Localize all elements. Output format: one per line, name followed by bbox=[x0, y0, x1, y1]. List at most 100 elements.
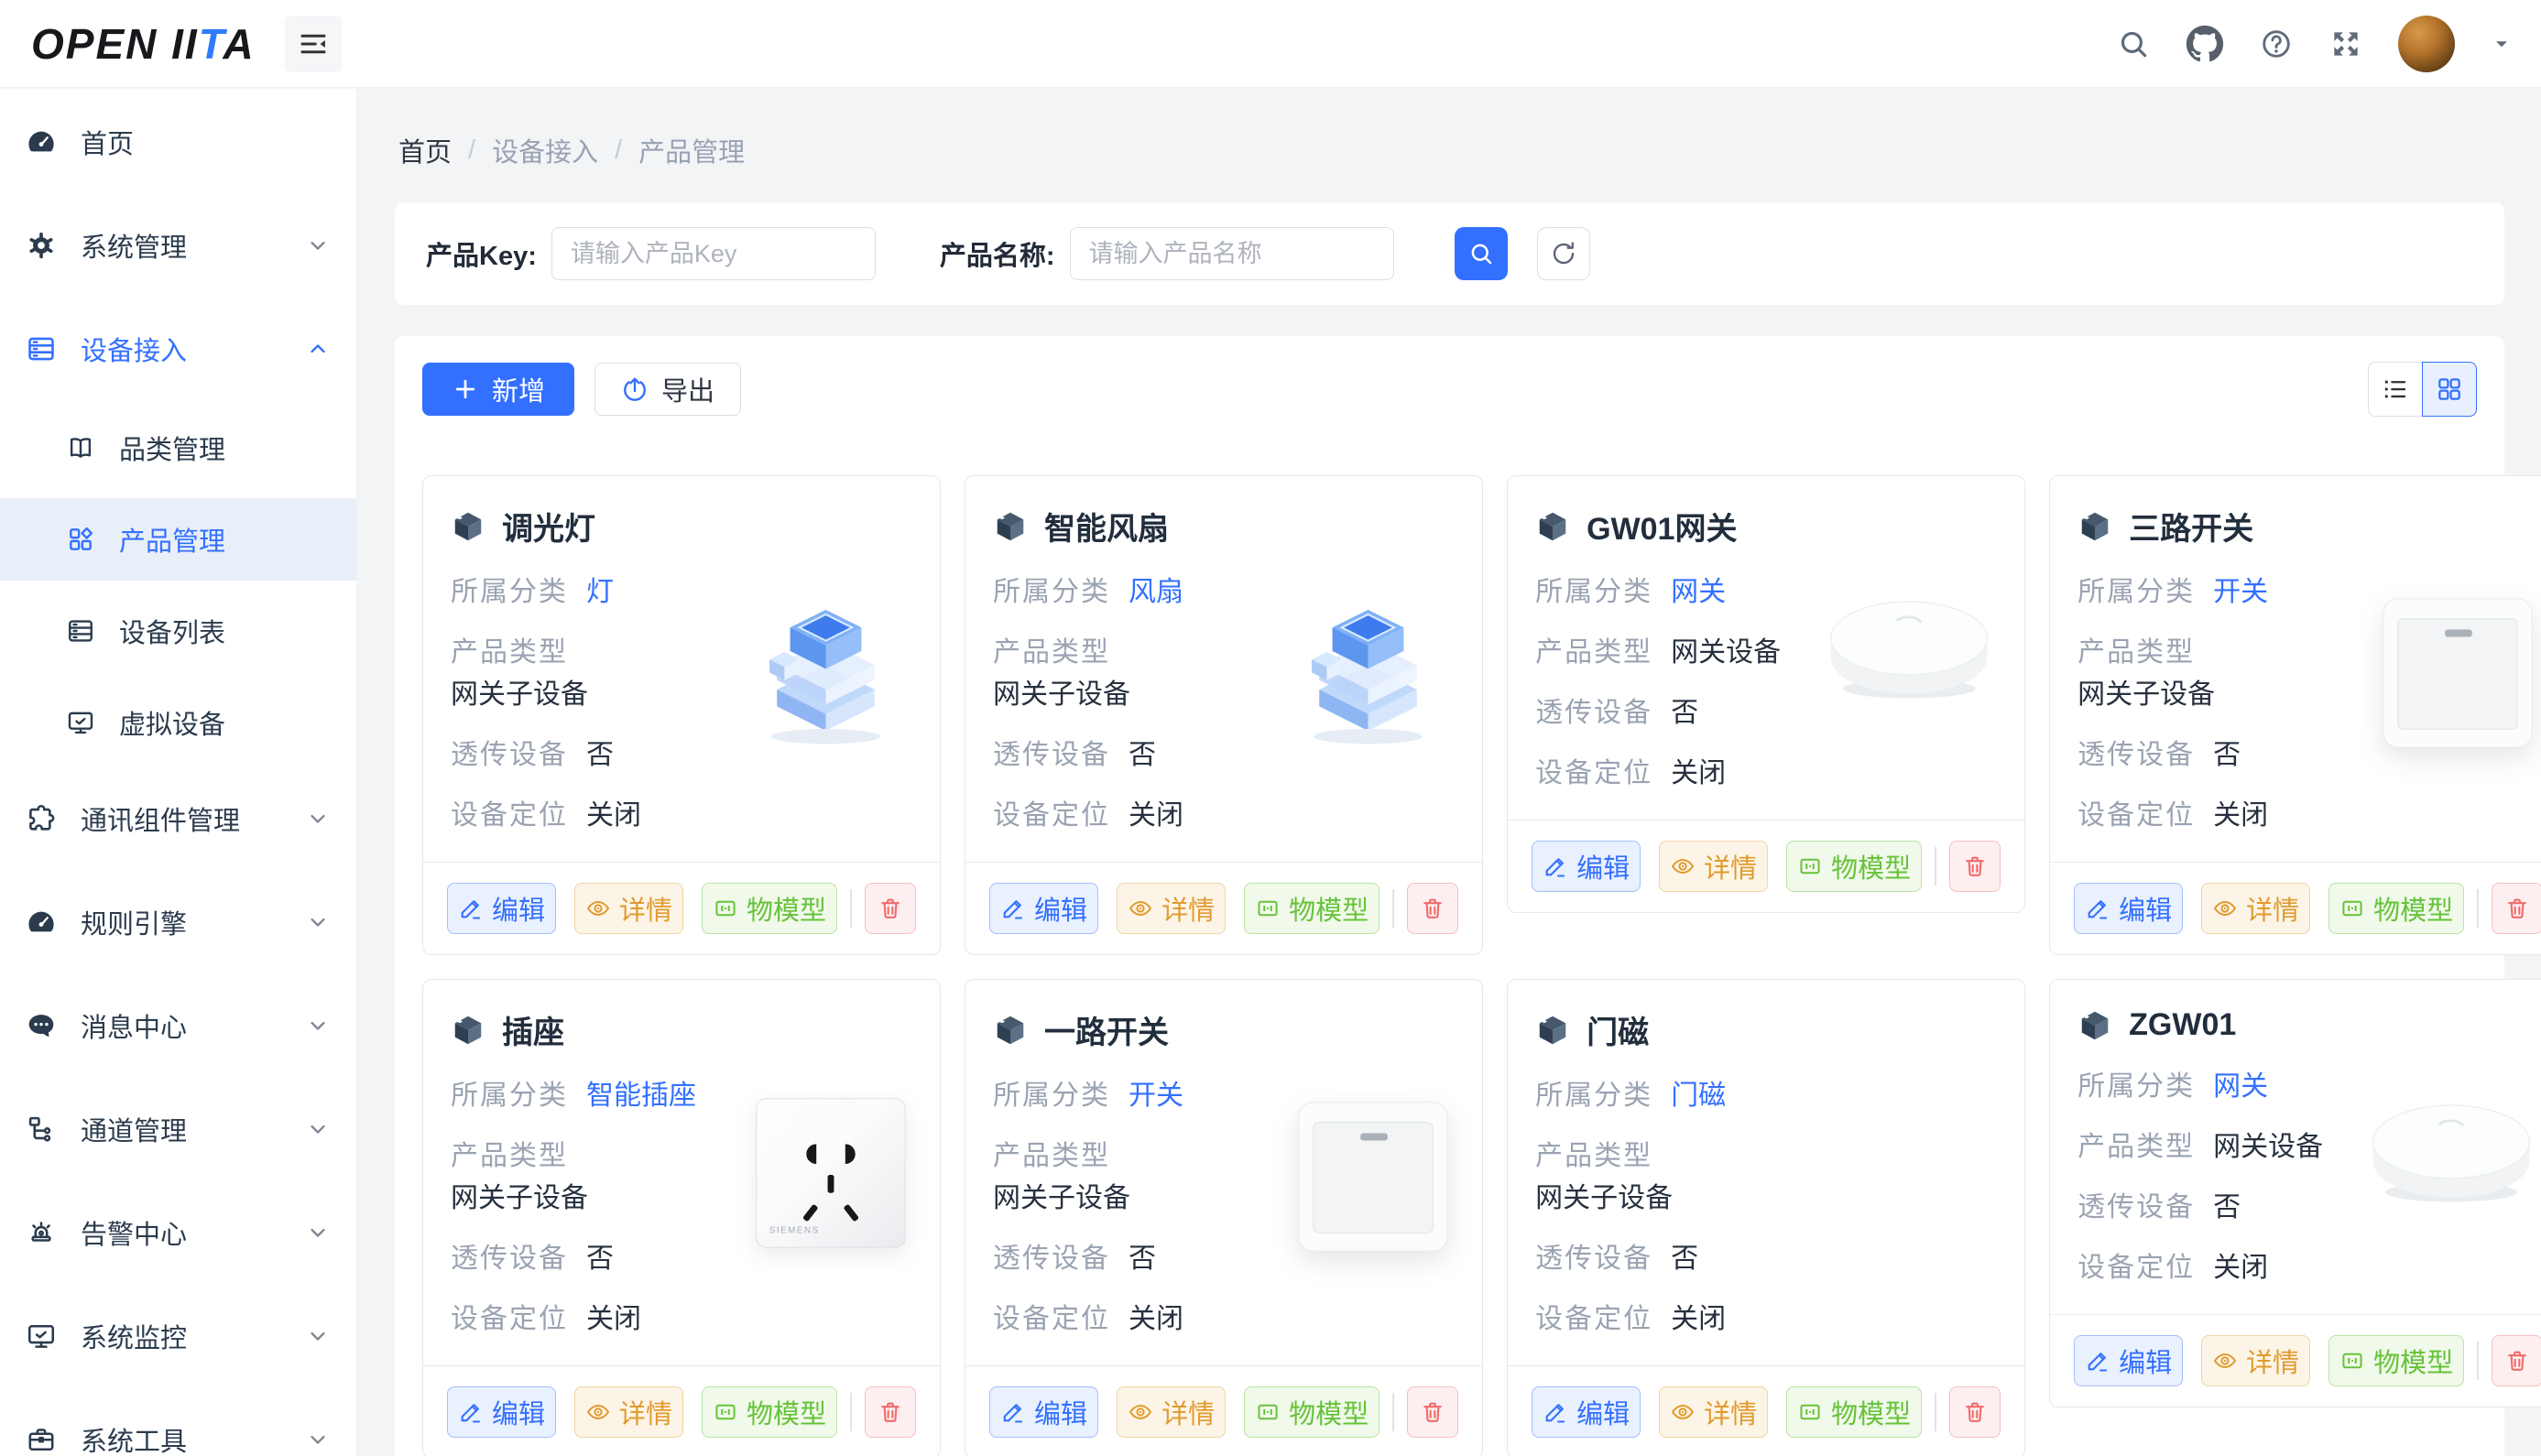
refresh-button[interactable] bbox=[1537, 227, 1590, 280]
sidebar-item[interactable]: 告警中心 bbox=[0, 1187, 356, 1278]
product-card: ZGW01 所属分类 网关 产品类型 网关设备 透传设备 否 设备定位 关闭 编… bbox=[2049, 979, 2541, 1407]
delete-button[interactable] bbox=[1407, 1386, 1458, 1438]
passthrough-row: 透传设备 否 bbox=[1535, 697, 1838, 730]
pencil-icon bbox=[1543, 1399, 1568, 1425]
thing-model-icon bbox=[713, 1399, 738, 1425]
search-icon[interactable] bbox=[2116, 27, 2151, 61]
grid-view-button[interactable] bbox=[2422, 362, 2477, 417]
github-icon[interactable] bbox=[2186, 25, 2224, 63]
detail-button[interactable]: 详情 bbox=[1117, 883, 1226, 934]
sidebar-item[interactable]: 消息中心 bbox=[0, 980, 356, 1071]
list-view-button[interactable] bbox=[2368, 362, 2423, 417]
model-button[interactable]: 物模型 bbox=[1244, 1386, 1380, 1438]
sidebar-item-label: 产品管理 bbox=[119, 520, 225, 559]
eye-icon bbox=[2212, 896, 2238, 921]
delete-button[interactable] bbox=[865, 883, 916, 934]
product-key-input[interactable] bbox=[551, 227, 876, 280]
type-row: 产品类型 网关子设备 bbox=[1535, 1140, 1838, 1215]
passthrough-value: 否 bbox=[1671, 697, 1698, 730]
detail-button[interactable]: 详情 bbox=[1117, 1386, 1226, 1438]
product-category-link[interactable]: 开关 bbox=[2213, 576, 2268, 609]
sidebar-item[interactable]: 系统工具 bbox=[0, 1394, 356, 1456]
card-actions: 编辑 详情 物模型 bbox=[965, 1365, 1482, 1456]
product-type-value: 网关子设备 bbox=[451, 679, 588, 712]
category-label: 所属分类 bbox=[2078, 1070, 2195, 1103]
delete-button[interactable] bbox=[865, 1386, 916, 1438]
category-label: 所属分类 bbox=[451, 576, 568, 609]
edit-button[interactable]: 编辑 bbox=[1532, 841, 1641, 892]
type-row: 产品类型 网关子设备 bbox=[451, 636, 753, 712]
delete-button[interactable] bbox=[1407, 883, 1458, 934]
product-category-link[interactable]: 网关 bbox=[1671, 576, 1726, 609]
detail-button[interactable]: 详情 bbox=[574, 1386, 683, 1438]
type-row: 产品类型 网关设备 bbox=[1535, 636, 1838, 669]
thing-model-icon bbox=[713, 896, 738, 921]
help-icon[interactable] bbox=[2259, 27, 2294, 61]
sidebar-item[interactable]: 虚拟设备 bbox=[0, 681, 356, 764]
edit-button[interactable]: 编辑 bbox=[2074, 883, 2183, 934]
sidebar-item[interactable]: 产品管理 bbox=[0, 498, 356, 581]
model-button[interactable]: 物模型 bbox=[1244, 883, 1380, 934]
dashboard-icon bbox=[26, 126, 57, 158]
sidebar-item[interactable]: 规则引擎 bbox=[0, 876, 356, 968]
breadcrumb-item[interactable]: 产品管理 bbox=[638, 131, 745, 169]
chevron-down-icon bbox=[305, 1323, 331, 1349]
edit-button[interactable]: 编辑 bbox=[2074, 1335, 2183, 1386]
export-button[interactable]: 导出 bbox=[594, 363, 741, 416]
edit-button[interactable]: 编辑 bbox=[989, 883, 1098, 934]
edit-button[interactable]: 编辑 bbox=[989, 1386, 1098, 1438]
edit-button[interactable]: 编辑 bbox=[447, 883, 556, 934]
product-category-link[interactable]: 灯 bbox=[586, 576, 614, 609]
model-button[interactable]: 物模型 bbox=[2328, 1335, 2464, 1386]
delete-button[interactable] bbox=[1949, 841, 2001, 892]
card-actions: 编辑 详情 物模型 bbox=[965, 862, 1482, 954]
eye-icon bbox=[1670, 1399, 1696, 1425]
sidebar-item[interactable]: 设备接入 bbox=[0, 303, 356, 395]
sidebar-item[interactable]: 品类管理 bbox=[0, 407, 356, 489]
passthrough-label: 透传设备 bbox=[1535, 697, 1652, 730]
sidebar-item[interactable]: 设备列表 bbox=[0, 590, 356, 672]
detail-button[interactable]: 详情 bbox=[2201, 883, 2310, 934]
avatar[interactable] bbox=[2398, 16, 2455, 72]
product-category-link[interactable]: 门磁 bbox=[1671, 1080, 1726, 1113]
search-button[interactable] bbox=[1455, 227, 1508, 280]
model-button[interactable]: 物模型 bbox=[1786, 1386, 1922, 1438]
sidebar-item[interactable]: 系统监控 bbox=[0, 1290, 356, 1382]
pencil-icon bbox=[1000, 896, 1026, 921]
sidebar-item[interactable]: 通道管理 bbox=[0, 1083, 356, 1175]
edit-button[interactable]: 编辑 bbox=[447, 1386, 556, 1438]
detail-button[interactable]: 详情 bbox=[574, 883, 683, 934]
sidebar-item[interactable]: 首页 bbox=[0, 96, 356, 188]
model-button[interactable]: 物模型 bbox=[702, 883, 837, 934]
product-cube-icon bbox=[1535, 1013, 1570, 1048]
detail-button[interactable]: 详情 bbox=[2201, 1335, 2310, 1386]
fullscreen-icon[interactable] bbox=[2328, 27, 2363, 61]
sidebar-item[interactable]: 通讯组件管理 bbox=[0, 773, 356, 864]
delete-button[interactable] bbox=[2492, 1335, 2541, 1386]
add-button[interactable]: 新增 bbox=[422, 363, 574, 416]
product-category-link[interactable]: 风扇 bbox=[1129, 576, 1183, 609]
passthrough-value: 否 bbox=[586, 739, 614, 772]
detail-button[interactable]: 详情 bbox=[1659, 841, 1768, 892]
passthrough-value: 否 bbox=[1671, 1243, 1698, 1276]
product-category-link[interactable]: 智能插座 bbox=[586, 1080, 696, 1113]
detail-button[interactable]: 详情 bbox=[1659, 1386, 1768, 1438]
product-name-input[interactable] bbox=[1070, 227, 1394, 280]
model-button[interactable]: 物模型 bbox=[2328, 883, 2464, 934]
thing-model-icon bbox=[1797, 1399, 1823, 1425]
edit-button[interactable]: 编辑 bbox=[1532, 1386, 1641, 1438]
model-button[interactable]: 物模型 bbox=[1786, 841, 1922, 892]
model-button[interactable]: 物模型 bbox=[702, 1386, 837, 1438]
app-logo: OPEN IITA bbox=[31, 19, 256, 69]
sidebar-item-label: 通道管理 bbox=[81, 1110, 187, 1148]
sidebar-item-label: 系统管理 bbox=[81, 226, 187, 265]
sidebar-item[interactable]: 系统管理 bbox=[0, 200, 356, 291]
sidebar-collapse-button[interactable] bbox=[285, 16, 342, 72]
caret-down-icon[interactable] bbox=[2490, 32, 2514, 56]
product-category-link[interactable]: 网关 bbox=[2213, 1070, 2268, 1103]
breadcrumb-item[interactable]: 设备接入 bbox=[492, 131, 598, 169]
delete-button[interactable] bbox=[2492, 883, 2541, 934]
eye-icon bbox=[585, 1399, 611, 1425]
product-category-link[interactable]: 开关 bbox=[1129, 1080, 1183, 1113]
delete-button[interactable] bbox=[1949, 1386, 2001, 1438]
